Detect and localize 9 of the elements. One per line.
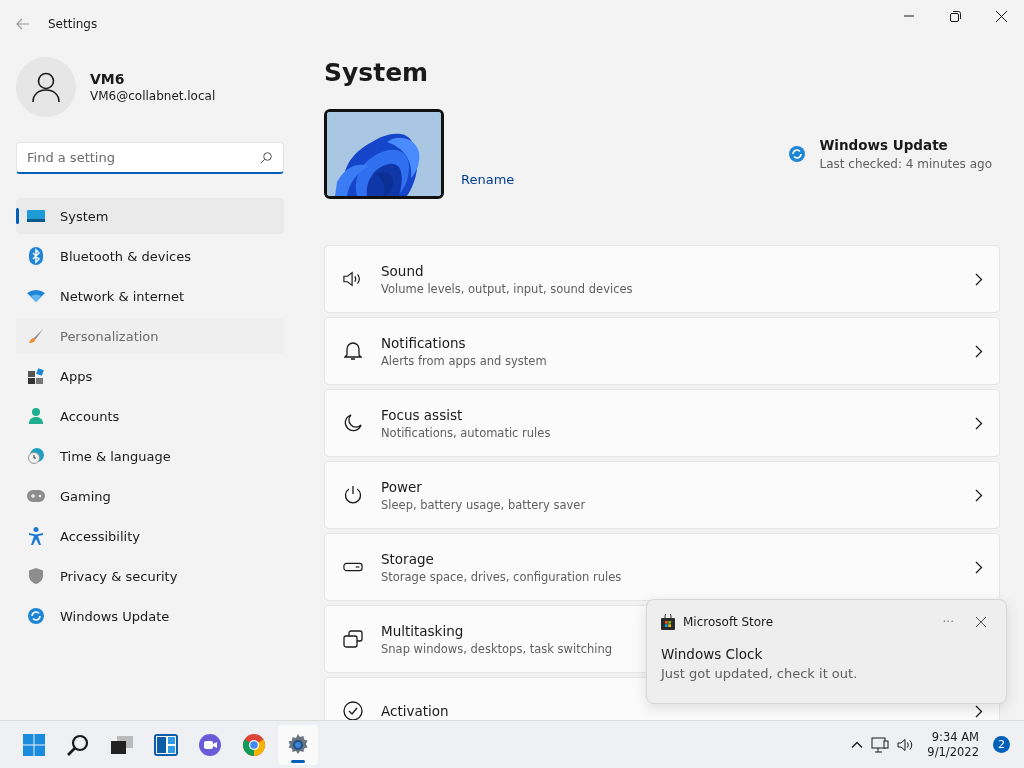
update-title: Windows Update: [819, 137, 949, 153]
toast-app-name: Microsoft Store: [683, 615, 775, 629]
user-name: VM6: [90, 71, 126, 87]
update-status: Last checked: 4 minutes ago: [819, 157, 992, 171]
toast-message: Just got updated, check it out.: [661, 666, 859, 681]
window-title: Settings: [48, 17, 99, 31]
toast-title: Windows Clock: [661, 646, 764, 662]
page-title: System: [324, 58, 430, 87]
user-email: VM6@collabnet.local: [90, 89, 216, 103]
